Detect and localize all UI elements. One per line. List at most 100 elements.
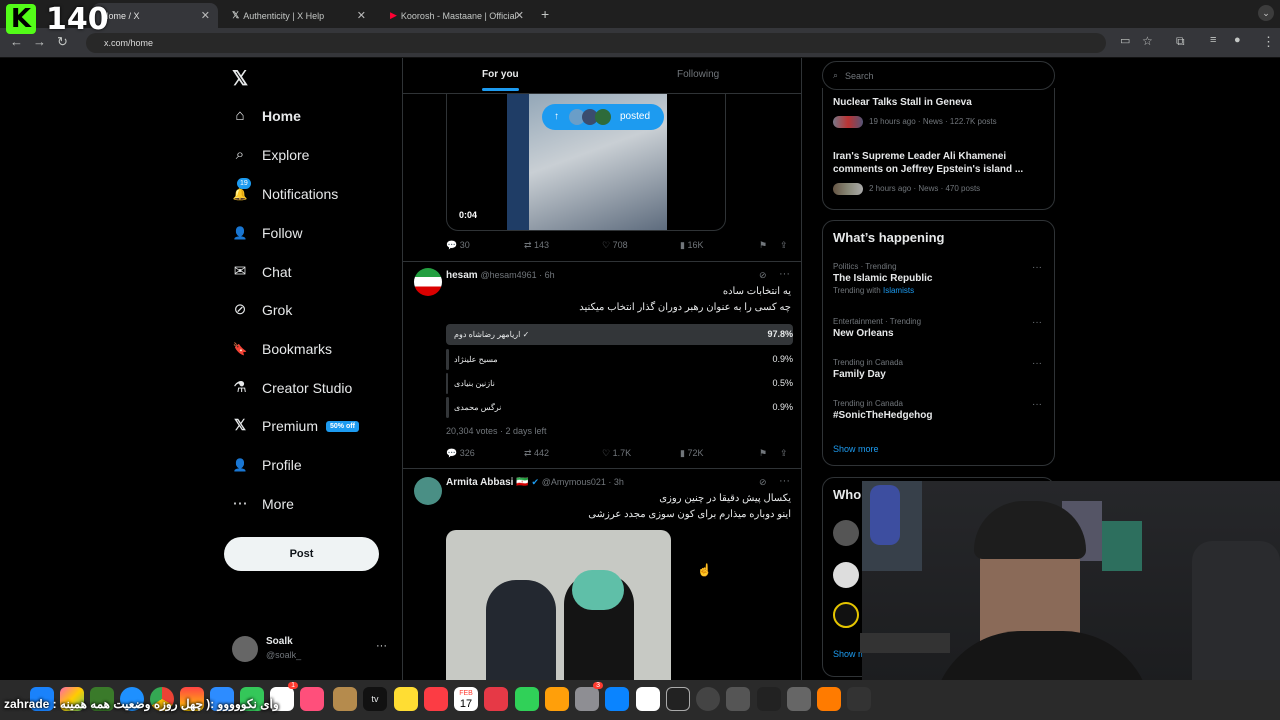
x-logo-icon[interactable]: 𝕏 [232, 66, 248, 91]
nav-label: Follow [262, 225, 303, 241]
news-title[interactable]: Iran's Supreme Leader Ali Khamenei comme… [833, 150, 1033, 176]
music-icon[interactable] [424, 687, 448, 711]
poll-percent: 0.9% [772, 402, 793, 412]
more-icon[interactable]: ··· [779, 475, 790, 487]
menu-kebab-icon[interactable]: ⋮ [1262, 34, 1275, 50]
settings-icon[interactable]: 3 [575, 682, 603, 711]
appletv-icon[interactable]: tv [363, 687, 387, 711]
close-tab-icon[interactable]: ✕ [515, 9, 524, 22]
bookmark-icon: 🔖 [232, 342, 248, 356]
nav-more[interactable]: ⋯ More [230, 494, 294, 514]
person-icon: 👤 [232, 458, 248, 472]
tab-authenticity[interactable]: 𝕏 Authenticity | X Help ✕ [222, 3, 374, 28]
reading-list-icon[interactable]: ≡ [1210, 34, 1216, 46]
trend-link[interactable]: Islamists [883, 286, 914, 295]
nav-follow[interactable]: 👤 Follow [230, 223, 303, 243]
more-icon[interactable]: ··· [1032, 262, 1042, 273]
pages-icon[interactable] [545, 687, 569, 711]
tab-koorosh[interactable]: ▶ Koorosh - Mastaane | Official ✕ [380, 3, 532, 28]
tab-home[interactable]: Home / X ✕ [92, 3, 218, 28]
trend-item[interactable]: Entertainment · Trending New Orleans [833, 317, 921, 339]
calendar-app-icon[interactable] [666, 687, 690, 711]
tab-search-icon[interactable]: ⌄ [1258, 5, 1274, 21]
reply-action[interactable]: 💬 326 [446, 448, 475, 459]
bookmark-icon[interactable]: ⚑ [759, 240, 767, 251]
more-icon[interactable]: ··· [1032, 358, 1042, 369]
app-icon[interactable] [333, 687, 357, 711]
app-icon[interactable] [484, 687, 508, 711]
trend-name: New Orleans [833, 328, 894, 339]
show-more-link[interactable]: Show more [833, 444, 879, 454]
forward-icon[interactable]: → [33, 34, 46, 49]
post-image[interactable] [446, 530, 671, 680]
more-icon[interactable]: ··· [1032, 317, 1042, 328]
repost-action[interactable]: ⇄ 442 [524, 448, 549, 459]
tab-following[interactable]: Following [677, 69, 719, 80]
share-icon[interactable]: ⇪ [780, 240, 788, 251]
back-icon[interactable]: ← [10, 34, 23, 49]
account-switcher[interactable]: Soalk @soalk_ ··· [232, 634, 392, 668]
views-action[interactable]: ▮ 16K [680, 240, 703, 251]
appstore-icon[interactable] [605, 687, 629, 711]
author-name[interactable]: hesam [446, 270, 478, 281]
trend-item[interactable]: Trending in Canada Family Day [833, 358, 903, 380]
nav-bookmarks[interactable]: 🔖 Bookmarks [230, 339, 333, 359]
more-icon[interactable]: ··· [1032, 399, 1042, 410]
grok-icon[interactable]: ⊘ [759, 270, 767, 281]
premium-discount-badge: 50% off [326, 420, 359, 432]
profile-avatar-icon[interactable]: ● [1234, 34, 1241, 46]
nav-profile[interactable]: 👤 Profile [230, 455, 302, 475]
fl-studio-icon[interactable] [817, 687, 841, 711]
nav-chat[interactable]: ✉ Chat [230, 262, 292, 282]
account-menu-icon[interactable]: ··· [376, 640, 387, 652]
nav-notifications[interactable]: 🔔 19 Notifications [230, 178, 338, 204]
calendar-icon[interactable]: FEB 17 [454, 687, 478, 711]
app-icon[interactable] [757, 687, 781, 711]
avatar [833, 602, 859, 628]
close-tab-icon[interactable]: ✕ [357, 9, 366, 22]
grok-icon[interactable]: ⊘ [759, 477, 767, 488]
search-input[interactable]: Search [845, 71, 874, 81]
app-icon[interactable] [847, 687, 871, 711]
bookmark-icon[interactable]: ⚑ [759, 448, 767, 459]
url-field[interactable]: x.com/home [86, 33, 1106, 53]
notion-icon[interactable] [636, 687, 660, 711]
extensions-icon[interactable]: ⧉ [1176, 34, 1185, 49]
news-title[interactable]: Nuclear Talks Stall in Geneva [833, 97, 1033, 108]
trend-item[interactable]: Politics · Trending The Islamic Republic… [833, 262, 932, 295]
nav-explore[interactable]: ⌕ Explore [230, 145, 310, 165]
reply-action[interactable]: 💬 30 [446, 240, 470, 251]
nav-grok[interactable]: ⊘ Grok [230, 300, 293, 320]
nav-home[interactable]: ⌂ Home [230, 106, 300, 126]
photo-post[interactable]: Armita Abbasi 🇮🇷 ✔ @Amymous021 · 3h ⊘ ··… [403, 469, 801, 680]
like-action[interactable]: ♡ 708 [602, 240, 628, 251]
new-posts-pill[interactable]: ↑ posted [542, 104, 664, 130]
views-action[interactable]: ▮ 72K [680, 448, 703, 459]
notes-icon[interactable] [394, 687, 418, 711]
bookmark-star-icon[interactable]: ☆ [1142, 34, 1153, 48]
nav-label: More [262, 496, 294, 512]
nav-premium[interactable]: 𝕏 Premium 50% off [230, 416, 359, 436]
share-icon[interactable]: ⇪ [780, 448, 788, 459]
search-box[interactable]: ⌕ Search [822, 61, 1055, 90]
cast-icon[interactable]: ▭ [1120, 34, 1130, 47]
close-tab-icon[interactable]: ✕ [201, 9, 210, 22]
repost-action[interactable]: ⇄ 143 [524, 240, 549, 251]
numbers-icon[interactable] [515, 687, 539, 711]
poll-post[interactable]: hesam @hesam4961 · 6h ⊘ ··· یه انتخابات … [403, 262, 801, 467]
trend-item[interactable]: Trending in Canada #SonicTheHedgehog [833, 399, 932, 421]
post-button[interactable]: Post [224, 537, 379, 571]
app-icon[interactable] [726, 687, 750, 711]
more-icon[interactable]: ··· [779, 268, 790, 280]
nav-creator-studio[interactable]: ⚗ Creator Studio [230, 378, 352, 398]
x-icon: 𝕏 [233, 417, 247, 434]
post-text: یه انتخابات ساده [722, 286, 791, 297]
author-name[interactable]: Armita Abbasi 🇮🇷 [446, 477, 529, 488]
app-icon[interactable] [696, 687, 720, 711]
whats-happening-card: What’s happening Politics · Trending The… [822, 220, 1055, 466]
app-icon[interactable] [300, 687, 324, 711]
tab-for-you[interactable]: For you [482, 69, 519, 80]
like-action[interactable]: ♡ 1.7K [602, 448, 631, 459]
new-tab-button[interactable]: + [541, 6, 549, 22]
app-icon[interactable] [787, 687, 811, 711]
